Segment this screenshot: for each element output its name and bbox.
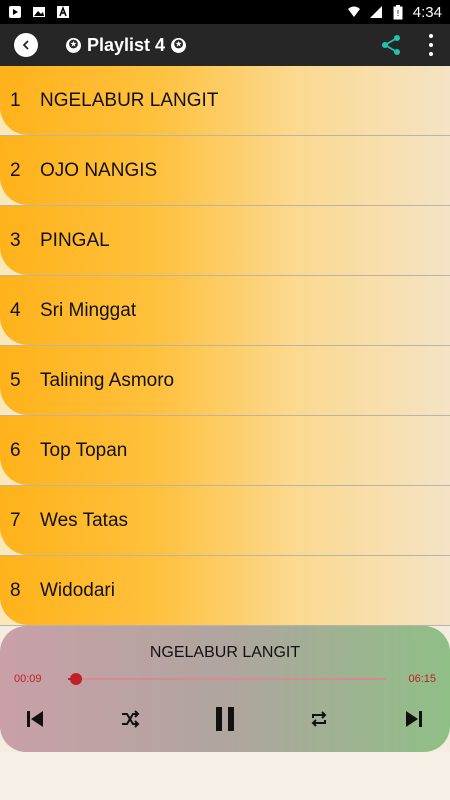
signal-icon — [369, 5, 383, 19]
previous-button[interactable] — [18, 702, 52, 736]
svg-text:!: ! — [396, 9, 399, 18]
repeat-button[interactable] — [302, 702, 336, 736]
now-playing-title: NGELABUR LANGIT — [149, 644, 301, 661]
list-item[interactable]: 1 NGELABUR LANGIT — [0, 66, 450, 136]
track-title: Sri Minggat — [40, 300, 137, 321]
track-title: Talining Asmoro — [40, 370, 175, 391]
track-title: Top Topan — [40, 440, 128, 461]
list-item[interactable]: 3 PINGAL — [0, 206, 450, 276]
status-bar: ! 4:34 — [0, 0, 450, 24]
chevron-left-icon — [22, 40, 29, 50]
share-icon — [382, 35, 400, 55]
player-controls — [0, 702, 450, 736]
list-item[interactable]: 2 OJO NANGIS — [0, 136, 450, 206]
dot — [429, 43, 433, 47]
background-area — [0, 752, 450, 800]
track-number: 2 — [10, 160, 21, 181]
track-title: PINGAL — [40, 230, 110, 251]
track-number: 5 — [10, 370, 21, 391]
more-options-button[interactable] — [426, 34, 436, 56]
app-bar: ✪ Playlist 4 ✪ — [0, 24, 450, 66]
seek-bar[interactable] — [68, 673, 386, 685]
track-number: 1 — [10, 90, 21, 111]
clock: 4:34 — [412, 3, 442, 21]
image-icon — [32, 5, 46, 19]
list-item[interactable]: 5 Talining Asmoro — [0, 346, 450, 416]
dot — [429, 34, 433, 38]
skip-next-icon — [406, 711, 422, 727]
duration: 06:15 — [408, 673, 436, 685]
page-title-group: ✪ Playlist 4 ✪ — [66, 24, 187, 66]
track-number: 3 — [10, 230, 21, 251]
star-icon: ✪ — [171, 37, 187, 53]
shuffle-button[interactable] — [113, 702, 147, 736]
track-title: Widodari — [40, 580, 115, 601]
back-button[interactable] — [14, 33, 38, 57]
play-store-icon — [8, 5, 22, 19]
track-number: 7 — [10, 510, 21, 531]
mini-player: NGELABUR LANGIT 00:09 06:15 — [0, 626, 450, 752]
share-button[interactable] — [380, 34, 402, 56]
track-number: 6 — [10, 440, 21, 461]
track-title: OJO NANGIS — [40, 160, 158, 181]
track-number: 8 — [10, 580, 21, 601]
repeat-icon — [311, 711, 327, 727]
seek-thumb[interactable] — [69, 673, 82, 685]
list-item[interactable]: 4 Sri Minggat — [0, 276, 450, 346]
shuffle-icon — [122, 710, 140, 728]
pause-button[interactable] — [208, 702, 242, 736]
track-title: Wes Tatas — [40, 510, 129, 531]
dot — [429, 52, 433, 56]
skip-previous-icon — [27, 711, 43, 727]
current-time: 00:09 — [14, 673, 42, 685]
track-number: 4 — [10, 300, 21, 321]
next-button[interactable] — [397, 702, 431, 736]
page-title: Playlist 4 — [87, 34, 166, 55]
pause-icon — [216, 707, 234, 731]
playlist: 1 NGELABUR LANGIT 2 OJO NANGIS 3 PINGAL … — [0, 66, 450, 626]
wifi-icon — [347, 5, 361, 19]
list-item[interactable]: 7 Wes Tatas — [0, 486, 450, 556]
star-icon: ✪ — [66, 37, 81, 53]
font-icon — [56, 5, 70, 19]
list-item[interactable]: 6 Top Topan — [0, 416, 450, 486]
track-title: NGELABUR LANGIT — [40, 90, 219, 111]
list-item[interactable]: 8 Widodari — [0, 556, 450, 626]
battery-icon: ! — [391, 4, 405, 19]
